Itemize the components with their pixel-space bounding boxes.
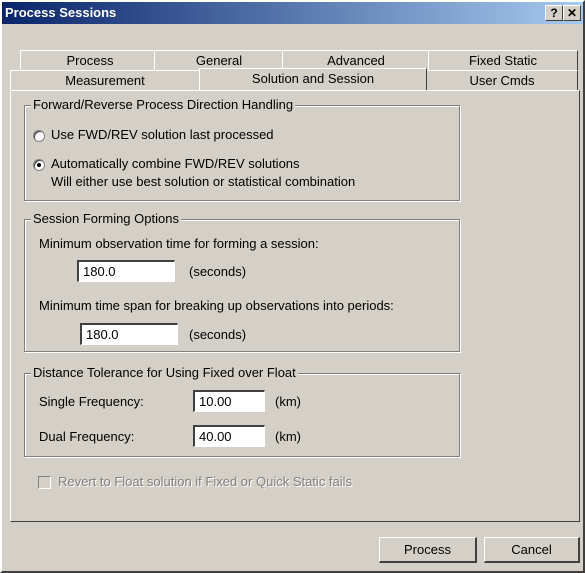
tab-process[interactable]: Process (20, 50, 160, 70)
revert-float-label[interactable]: Revert to Float solution if Fixed or Qui… (58, 474, 352, 489)
radio-auto-combine-label[interactable]: Automatically combine FWD/REV solutions (51, 156, 300, 171)
radio-auto-combine[interactable] (33, 159, 45, 171)
dual-frequency-input[interactable]: 40.00 (193, 425, 265, 447)
auto-combine-note: Will either use best solution or statist… (51, 174, 356, 189)
tab-user-cmds[interactable]: User Cmds (426, 70, 578, 90)
process-sessions-dialog: Process Sessions ? ✕ Process General Adv… (0, 0, 585, 573)
radio-fwd-rev-last-label[interactable]: Use FWD/REV solution last processed (51, 127, 274, 142)
min-span-input[interactable]: 180.0 (80, 323, 178, 345)
title-bar: Process Sessions ? ✕ (2, 2, 583, 24)
min-span-label: Minimum time span for breaking up observ… (39, 298, 394, 313)
tab-fixed-static[interactable]: Fixed Static (428, 50, 578, 70)
single-frequency-label: Single Frequency: (39, 394, 144, 409)
session-legend: Session Forming Options (31, 211, 181, 226)
min-obs-label: Minimum observation time for forming a s… (39, 236, 319, 251)
session-group: Session Forming Options Minimum observat… (24, 211, 460, 352)
dual-frequency-label: Dual Frequency: (39, 429, 135, 444)
tab-measurement[interactable]: Measurement (10, 70, 200, 90)
single-frequency-input[interactable]: 10.00 (193, 390, 265, 412)
tab-advanced[interactable]: Advanced (282, 50, 430, 70)
distance-legend: Distance Tolerance for Using Fixed over … (31, 365, 298, 380)
dual-frequency-unit: (km) (275, 429, 301, 444)
radio-fwd-rev-last[interactable] (33, 130, 45, 142)
distance-group: Distance Tolerance for Using Fixed over … (24, 365, 460, 457)
process-button[interactable]: Process (379, 537, 477, 563)
min-span-unit: (seconds) (189, 327, 247, 342)
direction-legend: Forward/Reverse Process Direction Handli… (31, 97, 296, 112)
revert-float-checkbox[interactable] (38, 476, 51, 489)
tab-solution-and-session[interactable]: Solution and Session (199, 68, 427, 90)
tab-general[interactable]: General (154, 50, 284, 70)
min-obs-unit: (seconds) (189, 264, 247, 279)
single-frequency-unit: (km) (275, 394, 301, 409)
help-button[interactable]: ? (545, 5, 563, 21)
min-obs-input[interactable]: 180.0 (77, 260, 175, 282)
direction-group: Forward/Reverse Process Direction Handli… (24, 97, 460, 201)
window-title: Process Sessions (5, 5, 117, 20)
cancel-button[interactable]: Cancel (484, 537, 580, 563)
close-button[interactable]: ✕ (563, 5, 581, 21)
